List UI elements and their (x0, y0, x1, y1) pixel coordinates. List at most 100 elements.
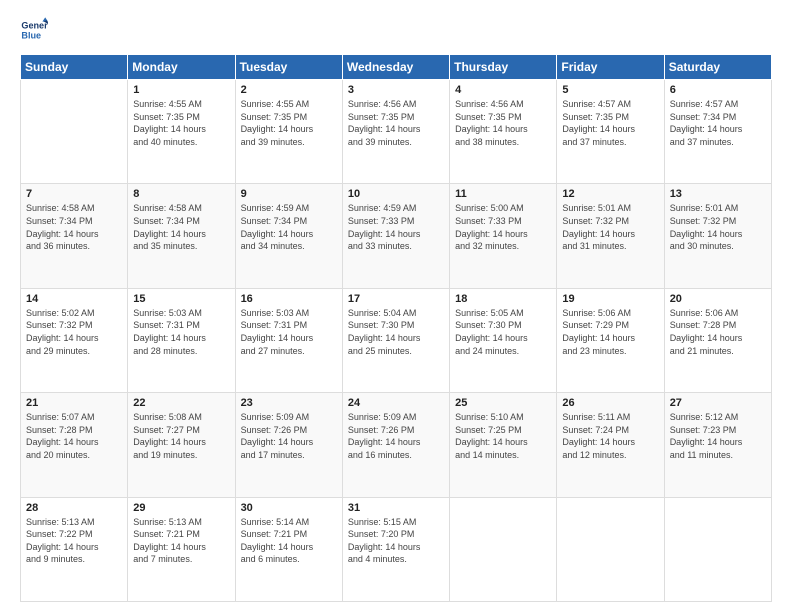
day-content: Sunrise: 5:03 AM Sunset: 7:31 PM Dayligh… (133, 307, 229, 357)
calendar-cell (664, 497, 771, 601)
day-content: Sunrise: 5:09 AM Sunset: 7:26 PM Dayligh… (241, 411, 337, 461)
day-content: Sunrise: 5:02 AM Sunset: 7:32 PM Dayligh… (26, 307, 122, 357)
day-content: Sunrise: 5:15 AM Sunset: 7:20 PM Dayligh… (348, 516, 444, 566)
calendar-cell: 5Sunrise: 4:57 AM Sunset: 7:35 PM Daylig… (557, 80, 664, 184)
day-number: 10 (348, 188, 444, 200)
day-number: 23 (241, 397, 337, 409)
day-number: 8 (133, 188, 229, 200)
calendar-table: SundayMondayTuesdayWednesdayThursdayFrid… (20, 54, 772, 602)
calendar-cell: 20 Sunrise: 5:06 AM Sunset: 7:28 PM Dayli… (664, 288, 771, 392)
day-content: Sunrise: 4:55 AM Sunset: 7:35 PM Dayligh… (133, 98, 229, 148)
week-row: 14 Sunrise: 5:02 AM Sunset: 7:32 PM Dayli… (21, 288, 772, 392)
weekday-header: Monday (128, 55, 235, 80)
calendar-cell: 26 Sunrise: 5:11 AM Sunset: 7:24 PM Dayli… (557, 393, 664, 497)
week-row: 21 Sunrise: 5:07 AM Sunset: 7:28 PM Dayli… (21, 393, 772, 497)
weekday-header: Wednesday (342, 55, 449, 80)
day-content: Sunrise: 5:05 AM Sunset: 7:30 PM Dayligh… (455, 307, 551, 357)
day-number: 15 (133, 293, 229, 305)
day-number: 19 (562, 293, 658, 305)
page: General Blue SundayMondayTuesdayWednesda… (0, 0, 792, 612)
calendar-cell: 22Sunrise: 5:08 AM Sunset: 7:27 PM Dayli… (128, 393, 235, 497)
day-content: Sunrise: 5:01 AM Sunset: 7:32 PM Dayligh… (562, 202, 658, 252)
header: General Blue (20, 16, 772, 44)
week-row: 7 Sunrise: 4:58 AM Sunset: 7:34 PM Daylig… (21, 184, 772, 288)
calendar-cell: 2 Sunrise: 4:55 AM Sunset: 7:35 PM Daylig… (235, 80, 342, 184)
weekday-header: Saturday (664, 55, 771, 80)
day-content: Sunrise: 5:06 AM Sunset: 7:29 PM Dayligh… (562, 307, 658, 357)
calendar-cell: 21 Sunrise: 5:07 AM Sunset: 7:28 PM Dayli… (21, 393, 128, 497)
day-content: Sunrise: 5:06 AM Sunset: 7:28 PM Dayligh… (670, 307, 766, 357)
day-content: Sunrise: 4:59 AM Sunset: 7:34 PM Dayligh… (241, 202, 337, 252)
calendar-cell: 28 Sunrise: 5:13 AM Sunset: 7:22 PM Dayli… (21, 497, 128, 601)
svg-text:General: General (21, 21, 48, 31)
day-number: 30 (241, 502, 337, 514)
calendar-cell: 7 Sunrise: 4:58 AM Sunset: 7:34 PM Daylig… (21, 184, 128, 288)
calendar-cell: 4Sunrise: 4:56 AM Sunset: 7:35 PM Daylig… (450, 80, 557, 184)
svg-text:Blue: Blue (21, 30, 41, 40)
header-row: SundayMondayTuesdayWednesdayThursdayFrid… (21, 55, 772, 80)
day-number: 1 (133, 84, 229, 96)
day-content: Sunrise: 5:04 AM Sunset: 7:30 PM Dayligh… (348, 307, 444, 357)
day-content: Sunrise: 4:56 AM Sunset: 7:35 PM Dayligh… (348, 98, 444, 148)
day-content: Sunrise: 5:07 AM Sunset: 7:28 PM Dayligh… (26, 411, 122, 461)
day-number: 24 (348, 397, 444, 409)
day-content: Sunrise: 5:11 AM Sunset: 7:24 PM Dayligh… (562, 411, 658, 461)
day-number: 29 (133, 502, 229, 514)
day-content: Sunrise: 4:56 AM Sunset: 7:35 PM Dayligh… (455, 98, 551, 148)
day-content: Sunrise: 4:58 AM Sunset: 7:34 PM Dayligh… (26, 202, 122, 252)
day-number: 9 (241, 188, 337, 200)
calendar-cell: 17Sunrise: 5:04 AM Sunset: 7:30 PM Dayli… (342, 288, 449, 392)
day-number: 11 (455, 188, 551, 200)
weekday-header: Friday (557, 55, 664, 80)
calendar-cell: 9 Sunrise: 4:59 AM Sunset: 7:34 PM Daylig… (235, 184, 342, 288)
calendar-cell: 25 Sunrise: 5:10 AM Sunset: 7:25 PM Dayli… (450, 393, 557, 497)
calendar-cell: 15 Sunrise: 5:03 AM Sunset: 7:31 PM Dayli… (128, 288, 235, 392)
day-number: 26 (562, 397, 658, 409)
calendar-cell: 13 Sunrise: 5:01 AM Sunset: 7:32 PM Dayli… (664, 184, 771, 288)
day-number: 31 (348, 502, 444, 514)
calendar-cell: 19 Sunrise: 5:06 AM Sunset: 7:29 PM Dayli… (557, 288, 664, 392)
calendar-cell (21, 80, 128, 184)
calendar-cell (450, 497, 557, 601)
day-content: Sunrise: 4:57 AM Sunset: 7:34 PM Dayligh… (670, 98, 766, 148)
calendar-cell: 3 Sunrise: 4:56 AM Sunset: 7:35 PM Daylig… (342, 80, 449, 184)
day-number: 28 (26, 502, 122, 514)
day-number: 7 (26, 188, 122, 200)
day-content: Sunrise: 4:57 AM Sunset: 7:35 PM Dayligh… (562, 98, 658, 148)
day-content: Sunrise: 4:58 AM Sunset: 7:34 PM Dayligh… (133, 202, 229, 252)
day-number: 21 (26, 397, 122, 409)
calendar-cell: 14 Sunrise: 5:02 AM Sunset: 7:32 PM Dayli… (21, 288, 128, 392)
day-content: Sunrise: 5:12 AM Sunset: 7:23 PM Dayligh… (670, 411, 766, 461)
day-content: Sunrise: 5:14 AM Sunset: 7:21 PM Dayligh… (241, 516, 337, 566)
calendar-cell: 18Sunrise: 5:05 AM Sunset: 7:30 PM Dayli… (450, 288, 557, 392)
day-content: Sunrise: 5:08 AM Sunset: 7:27 PM Dayligh… (133, 411, 229, 461)
logo-icon: General Blue (20, 16, 48, 44)
calendar-cell: 29 Sunrise: 5:13 AM Sunset: 7:21 PM Dayli… (128, 497, 235, 601)
day-number: 25 (455, 397, 551, 409)
day-number: 2 (241, 84, 337, 96)
day-content: Sunrise: 5:13 AM Sunset: 7:22 PM Dayligh… (26, 516, 122, 566)
day-number: 3 (348, 84, 444, 96)
weekday-header: Tuesday (235, 55, 342, 80)
day-content: Sunrise: 5:01 AM Sunset: 7:32 PM Dayligh… (670, 202, 766, 252)
calendar-cell (557, 497, 664, 601)
calendar-cell: 1 Sunrise: 4:55 AM Sunset: 7:35 PM Daylig… (128, 80, 235, 184)
calendar-cell: 27Sunrise: 5:12 AM Sunset: 7:23 PM Dayli… (664, 393, 771, 497)
day-content: Sunrise: 5:10 AM Sunset: 7:25 PM Dayligh… (455, 411, 551, 461)
calendar-cell: 23 Sunrise: 5:09 AM Sunset: 7:26 PM Dayli… (235, 393, 342, 497)
day-number: 6 (670, 84, 766, 96)
day-number: 20 (670, 293, 766, 305)
calendar-cell: 6 Sunrise: 4:57 AM Sunset: 7:34 PM Daylig… (664, 80, 771, 184)
day-content: Sunrise: 5:00 AM Sunset: 7:33 PM Dayligh… (455, 202, 551, 252)
calendar-cell: 8 Sunrise: 4:58 AM Sunset: 7:34 PM Daylig… (128, 184, 235, 288)
weekday-header: Sunday (21, 55, 128, 80)
day-content: Sunrise: 5:13 AM Sunset: 7:21 PM Dayligh… (133, 516, 229, 566)
day-number: 13 (670, 188, 766, 200)
day-number: 14 (26, 293, 122, 305)
week-row: 1 Sunrise: 4:55 AM Sunset: 7:35 PM Daylig… (21, 80, 772, 184)
calendar-cell: 16Sunrise: 5:03 AM Sunset: 7:31 PM Dayli… (235, 288, 342, 392)
calendar-cell: 24Sunrise: 5:09 AM Sunset: 7:26 PM Dayli… (342, 393, 449, 497)
day-content: Sunrise: 4:55 AM Sunset: 7:35 PM Dayligh… (241, 98, 337, 148)
calendar-cell: 10Sunrise: 4:59 AM Sunset: 7:33 PM Dayli… (342, 184, 449, 288)
calendar-cell: 12Sunrise: 5:01 AM Sunset: 7:32 PM Dayli… (557, 184, 664, 288)
